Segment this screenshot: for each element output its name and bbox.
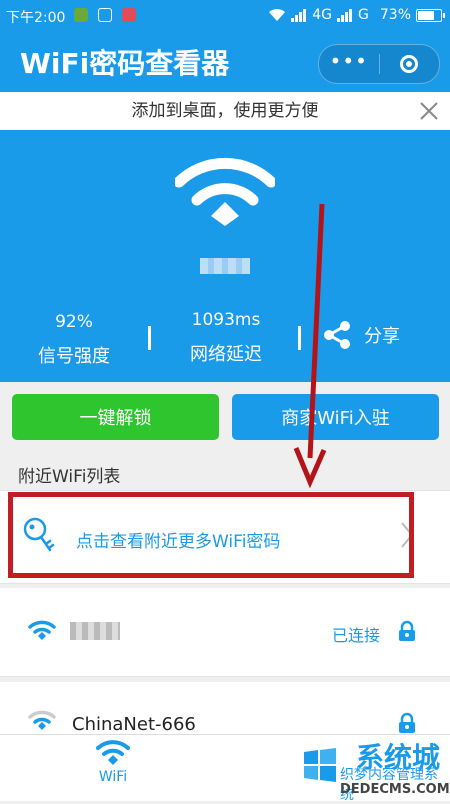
watermark: 系统城 织梦内容管理系统 DEDECMS.COM bbox=[300, 736, 450, 803]
tab-wifi[interactable]: WiFi bbox=[90, 739, 136, 785]
signal-stat: 92% 信号强度 bbox=[38, 312, 110, 368]
signal-label: 信号强度 bbox=[38, 346, 110, 367]
app-title: WiFi密码查看器 bbox=[20, 47, 230, 80]
wifi-tab-icon bbox=[96, 740, 130, 765]
signal-icon bbox=[291, 8, 307, 22]
latency-label: 网络延迟 bbox=[190, 344, 262, 365]
add-to-desktop-banner[interactable]: 添加到桌面，使用更方便 bbox=[0, 92, 450, 130]
network-type: 4G bbox=[312, 7, 333, 23]
windows-logo-icon bbox=[304, 748, 336, 782]
carrier-label: G bbox=[358, 7, 369, 23]
latency-stat: 1093ms 网络延迟 bbox=[186, 310, 266, 366]
share-button[interactable]: 分享 bbox=[322, 320, 400, 350]
watermark-line2: DEDECMS.COM bbox=[340, 782, 450, 797]
lock-icon bbox=[399, 620, 415, 641]
calendar-icon bbox=[122, 8, 136, 22]
add-to-desktop-text: 添加到桌面，使用更方便 bbox=[131, 101, 319, 121]
stat-divider bbox=[298, 326, 301, 350]
connected-status: 已连接 bbox=[332, 626, 381, 645]
merchant-wifi-button[interactable]: 商家WiFi入驻 bbox=[232, 394, 439, 440]
wifi-list-item[interactable]: ChinaNet-666 bbox=[0, 682, 450, 734]
status-time: 下午2:00 bbox=[6, 10, 66, 26]
exit-circle-icon bbox=[400, 55, 419, 73]
share-label: 分享 bbox=[364, 326, 400, 347]
screenshot-icon bbox=[98, 8, 112, 22]
wifi-status-icon bbox=[269, 8, 286, 21]
battery-icon bbox=[416, 8, 445, 22]
notification-icons bbox=[74, 8, 136, 22]
more-dots-icon: ••• bbox=[329, 49, 368, 73]
exit-button[interactable] bbox=[380, 45, 440, 83]
annotation-highlight-box bbox=[8, 492, 414, 578]
title-bar: WiFi密码查看器 ••• bbox=[0, 32, 450, 92]
nearby-section-title: 附近WiFi列表 bbox=[18, 467, 121, 487]
wifi-ssid: ChinaNet-666 bbox=[72, 714, 196, 734]
more-button[interactable]: ••• bbox=[319, 45, 379, 83]
wifi-ssid-blurred bbox=[70, 622, 120, 640]
current-wifi-panel: 92% 信号强度 1093ms 网络延迟 分享 bbox=[0, 130, 450, 382]
current-ssid-blurred bbox=[200, 258, 250, 274]
wifi-icon bbox=[175, 157, 275, 226]
tab-wifi-label: WiFi bbox=[98, 769, 128, 785]
close-icon[interactable] bbox=[418, 100, 440, 122]
one-click-unlock-button[interactable]: 一键解锁 bbox=[12, 394, 219, 440]
stat-divider bbox=[148, 326, 151, 350]
signal-icon-2 bbox=[337, 8, 353, 22]
mini-program-capsule: ••• bbox=[318, 44, 440, 84]
wifi-signal-icon bbox=[28, 620, 56, 640]
status-bar: 下午2:00 4G G 73% bbox=[0, 0, 450, 32]
lock-icon bbox=[399, 712, 415, 733]
share-icon bbox=[324, 321, 350, 349]
latency-value: 1093ms bbox=[191, 310, 261, 330]
app-notification-icon bbox=[74, 8, 88, 22]
wifi-signal-icon bbox=[28, 710, 56, 730]
battery-percent: 73% bbox=[379, 7, 411, 23]
wifi-list-item[interactable]: 已连接 bbox=[0, 588, 450, 677]
signal-value: 92% bbox=[55, 312, 93, 332]
